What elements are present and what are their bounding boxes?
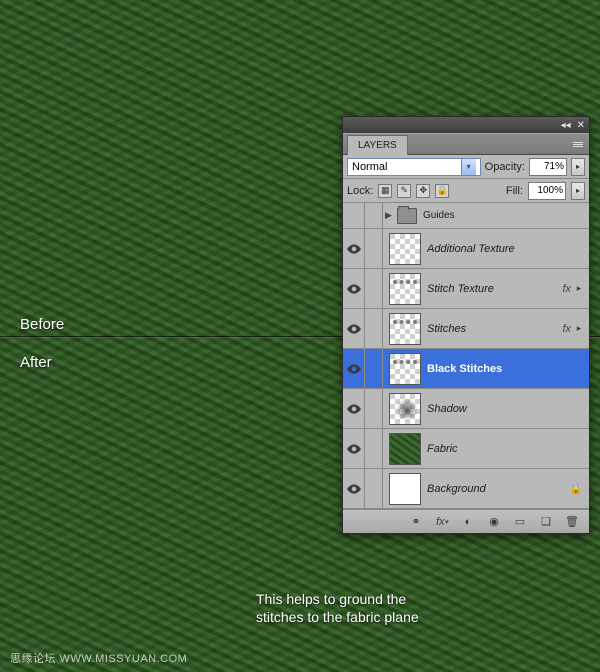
fx-badge[interactable]: fx — [562, 283, 571, 295]
panel-topbar: ◂◂ ✕ — [343, 117, 589, 133]
layer-thumbnail[interactable] — [389, 233, 421, 265]
adjustment-layer-icon[interactable]: ◉ — [485, 514, 503, 530]
panel-collapse-icon[interactable]: ◂◂ — [561, 120, 571, 131]
layer-name: Black Stitches — [427, 363, 589, 375]
lock-icon: 🔒 — [569, 482, 583, 495]
layer-row-fabric[interactable]: Fabric — [343, 429, 589, 469]
after-label: After — [20, 354, 52, 371]
layer-name: Stitch Texture — [427, 283, 562, 295]
visibility-toggle[interactable] — [343, 269, 365, 308]
layer-name: Guides — [423, 210, 589, 221]
watermark: 思缘论坛 WWW.MISSYUAN.COM — [10, 650, 187, 666]
folder-icon — [397, 208, 417, 224]
layer-thumbnail[interactable] — [389, 273, 421, 305]
group-twirl-icon[interactable]: ▶ — [385, 210, 395, 221]
caption-text: This helps to ground the stitches to the… — [256, 590, 456, 626]
layer-row-black-stitches[interactable]: Black Stitches — [343, 349, 589, 389]
panel-menu-icon[interactable] — [573, 142, 583, 147]
panel-footer: ⚭ fx▾ ◐ ◉ ▭ ❏ 🗑 — [343, 509, 589, 533]
visibility-toggle[interactable] — [343, 429, 365, 468]
opacity-flyout-icon[interactable]: ▸ — [571, 158, 585, 176]
link-cell — [365, 269, 383, 308]
layers-list: ▶ Guides Additional Texture Stitch Textur… — [343, 203, 589, 509]
blend-mode-select[interactable]: Normal ▾ — [347, 158, 481, 176]
fill-input[interactable]: 100% — [528, 182, 566, 200]
layer-thumbnail[interactable] — [389, 433, 421, 465]
visibility-toggle[interactable] — [343, 469, 365, 508]
link-cell — [365, 203, 383, 228]
visibility-toggle[interactable] — [343, 389, 365, 428]
layer-row-stitch-texture[interactable]: Stitch Texturefx▸ — [343, 269, 589, 309]
blend-mode-value: Normal — [352, 161, 387, 173]
fill-flyout-icon[interactable]: ▸ — [571, 182, 585, 200]
link-cell — [365, 229, 383, 268]
lock-position-icon[interactable]: ✥ — [416, 184, 430, 198]
layer-mask-icon[interactable]: ◐ — [459, 514, 477, 530]
lock-label: Lock: — [347, 185, 373, 197]
layer-row-additional-texture[interactable]: Additional Texture — [343, 229, 589, 269]
layer-name: Shadow — [427, 403, 589, 415]
trash-icon[interactable]: 🗑 — [563, 514, 581, 530]
layer-thumbnail[interactable] — [389, 393, 421, 425]
panel-close-icon[interactable]: ✕ — [577, 120, 585, 131]
link-cell — [365, 469, 383, 508]
layer-thumbnail[interactable] — [389, 473, 421, 505]
tab-layers[interactable]: LAYERS — [347, 135, 408, 155]
fx-chevron-icon[interactable]: ▸ — [573, 323, 585, 334]
new-layer-icon[interactable]: ❏ — [537, 514, 555, 530]
lock-fill-row: Lock: ▦ ✎ ✥ 🔒 Fill: 100% ▸ — [343, 179, 589, 203]
fill-label: Fill: — [506, 185, 523, 197]
layer-group-guides[interactable]: ▶ Guides — [343, 203, 589, 229]
layers-panel: ◂◂ ✕ LAYERS Normal ▾ Opacity: 71% ▸ Lock… — [342, 116, 590, 534]
layer-name: Additional Texture — [427, 243, 589, 255]
before-label: Before — [20, 316, 64, 333]
fx-icon[interactable]: fx▾ — [433, 514, 451, 530]
lock-all-icon[interactable]: 🔒 — [435, 184, 449, 198]
lock-paint-icon[interactable]: ✎ — [397, 184, 411, 198]
visibility-toggle[interactable] — [343, 309, 365, 348]
link-cell — [365, 429, 383, 468]
chevron-down-icon: ▾ — [461, 159, 476, 175]
layer-thumbnail[interactable] — [389, 313, 421, 345]
lock-transparency-icon[interactable]: ▦ — [378, 184, 392, 198]
visibility-toggle[interactable] — [343, 349, 365, 388]
layer-name: Background — [427, 483, 569, 495]
blend-opacity-row: Normal ▾ Opacity: 71% ▸ — [343, 155, 589, 179]
panel-tabstrip: LAYERS — [343, 133, 589, 155]
layer-row-stitches[interactable]: Stitchesfx▸ — [343, 309, 589, 349]
layer-row-shadow[interactable]: Shadow — [343, 389, 589, 429]
fx-chevron-icon[interactable]: ▸ — [573, 283, 585, 294]
link-cell — [365, 309, 383, 348]
opacity-input[interactable]: 71% — [529, 158, 567, 176]
fx-badge[interactable]: fx — [562, 323, 571, 335]
layer-thumbnail[interactable] — [389, 353, 421, 385]
layer-name: Fabric — [427, 443, 589, 455]
link-layers-icon[interactable]: ⚭ — [407, 514, 425, 530]
layer-name: Stitches — [427, 323, 562, 335]
link-cell — [365, 389, 383, 428]
visibility-toggle[interactable] — [343, 229, 365, 268]
link-cell — [365, 349, 383, 388]
group-icon[interactable]: ▭ — [511, 514, 529, 530]
visibility-toggle[interactable] — [343, 203, 365, 228]
opacity-label: Opacity: — [485, 161, 525, 173]
layer-row-background[interactable]: Background🔒 — [343, 469, 589, 509]
